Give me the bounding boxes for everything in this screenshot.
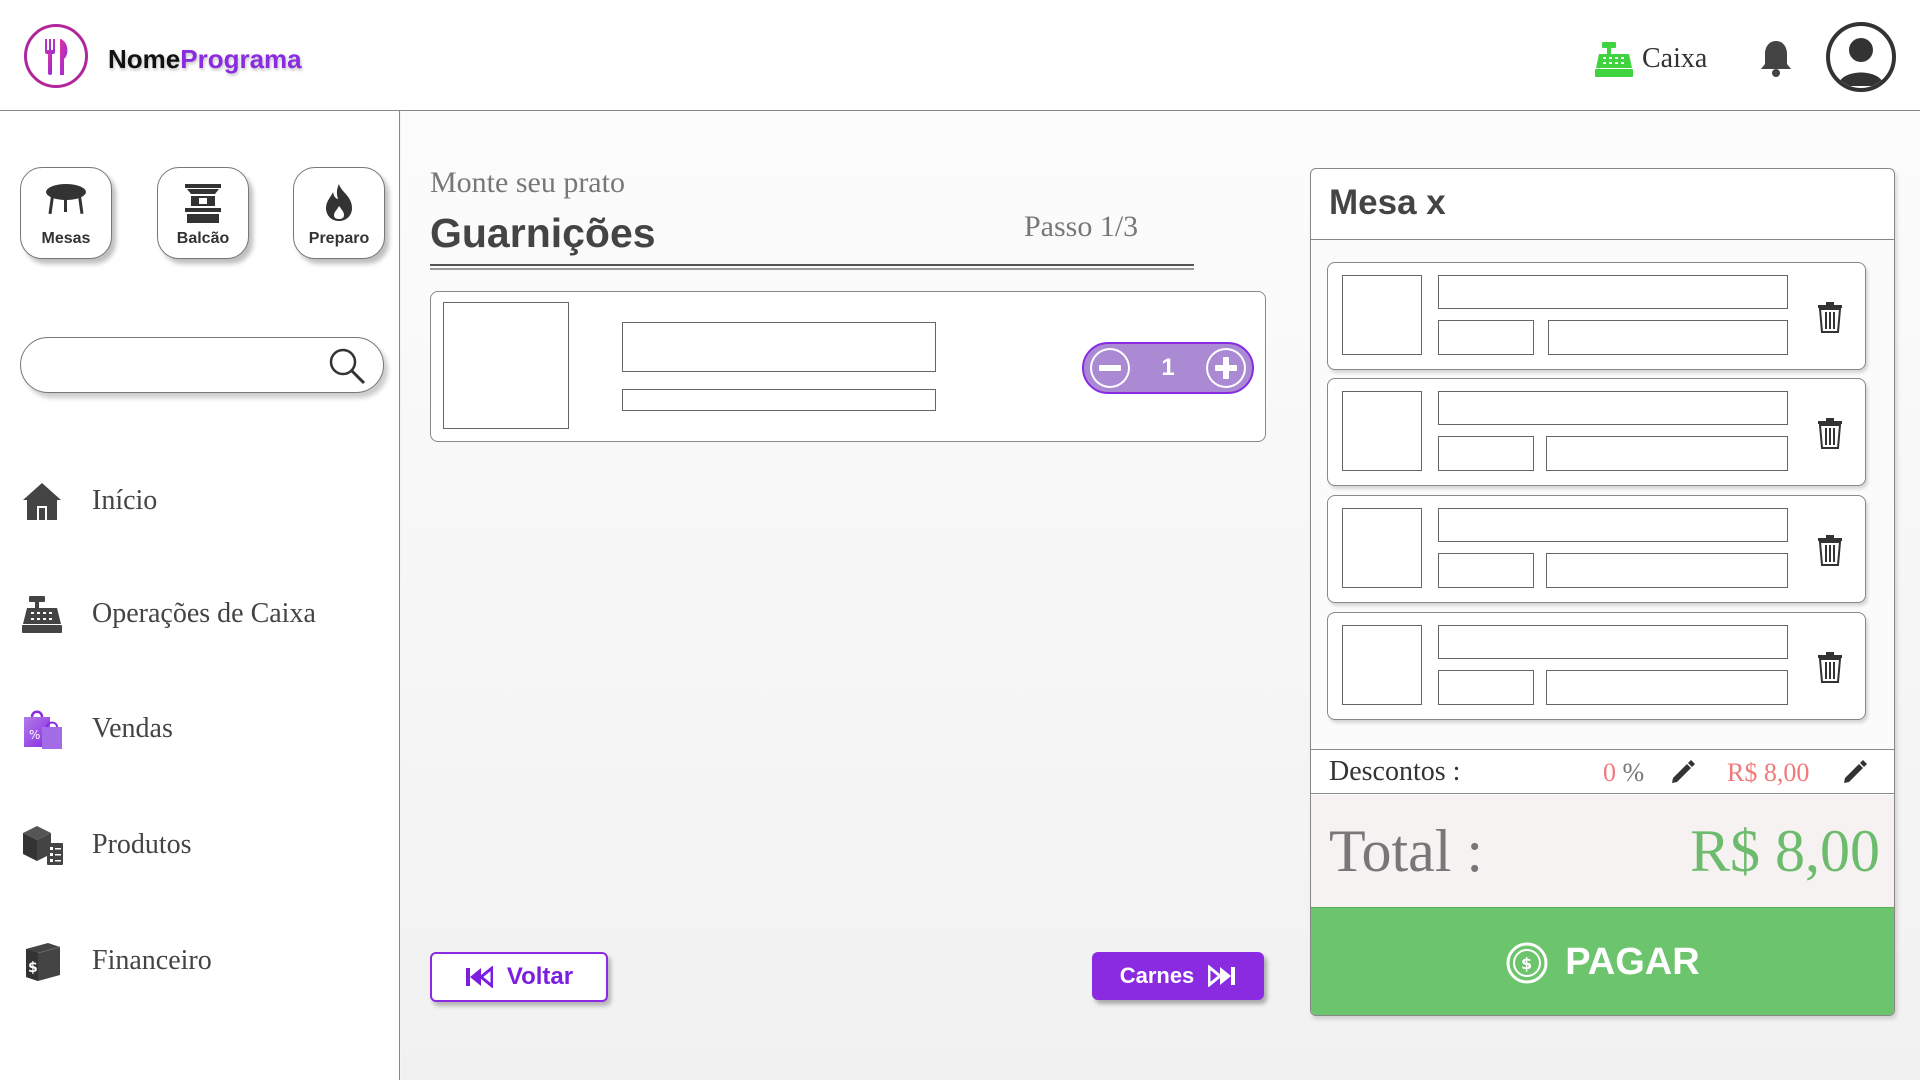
search-input[interactable] xyxy=(20,337,384,393)
order-item-price-placeholder xyxy=(1546,670,1788,705)
order-item-name-placeholder xyxy=(1438,391,1788,425)
order-item-list[interactable] xyxy=(1311,240,1894,749)
order-item-name-placeholder xyxy=(1438,275,1788,309)
quick-button-mesas[interactable]: Mesas xyxy=(20,167,112,259)
order-item-image-placeholder xyxy=(1342,391,1422,471)
trash-icon[interactable] xyxy=(1817,417,1843,454)
page-subtitle: Monte seu prato xyxy=(430,166,625,199)
trash-icon[interactable] xyxy=(1817,651,1843,688)
sidebar-item-label: Vendas xyxy=(92,713,173,744)
next-button[interactable]: Carnes xyxy=(1092,952,1264,1000)
order-item[interactable] xyxy=(1327,378,1866,486)
order-item-image-placeholder xyxy=(1342,275,1422,355)
total-value: R$ 8,00 xyxy=(1689,818,1880,884)
counter-icon xyxy=(183,182,223,229)
discount-row: Descontos : 0 % R$ 8,00 xyxy=(1311,749,1894,794)
coin-dollar-icon: $ xyxy=(1506,942,1548,983)
quick-button-preparo[interactable]: Preparo xyxy=(293,167,385,259)
order-item-qty-placeholder xyxy=(1438,670,1534,705)
sidebar-item-label: Produtos xyxy=(92,829,192,860)
sidebar-item-inicio[interactable]: Início xyxy=(18,473,388,529)
quick-button-label: Balcão xyxy=(176,230,230,247)
total-row: Total : R$ 8,00 xyxy=(1311,795,1894,907)
sidebar-item-label: Operações de Caixa xyxy=(92,598,316,629)
order-item[interactable] xyxy=(1327,495,1866,603)
back-button-label: Voltar xyxy=(506,963,574,990)
product-detail-placeholder xyxy=(622,389,936,411)
product-image-placeholder xyxy=(443,302,569,429)
home-icon xyxy=(18,477,66,525)
money-book-icon: $ xyxy=(18,937,66,985)
order-title: Mesa x xyxy=(1329,183,1446,222)
pay-button-label: PAGAR xyxy=(1565,941,1700,983)
page-title: Guarnições xyxy=(430,210,656,256)
discount-label: Descontos : xyxy=(1329,756,1461,787)
sidebar-item-produtos[interactable]: Produtos xyxy=(18,817,388,873)
order-item[interactable] xyxy=(1327,612,1866,720)
order-item-qty-placeholder xyxy=(1438,553,1534,588)
percent-sign: % xyxy=(1622,758,1645,787)
quick-button-balcao[interactable]: Balcão xyxy=(157,167,249,259)
quick-button-label: Mesas xyxy=(41,230,91,247)
app-brand[interactable]: NomePrograma xyxy=(108,44,302,75)
total-label: Total : xyxy=(1329,818,1484,884)
skip-forward-icon xyxy=(1208,965,1236,987)
minus-icon[interactable] xyxy=(1090,348,1130,388)
sidebar-item-vendas[interactable]: % Vendas xyxy=(18,701,388,757)
boxes-icon xyxy=(18,821,66,869)
order-item-qty-placeholder xyxy=(1438,320,1534,355)
quantity-value: 1 xyxy=(1161,354,1175,381)
order-item-price-placeholder xyxy=(1546,436,1788,471)
sidebar-item-operacoes-de-caixa[interactable]: Operações de Caixa xyxy=(18,586,388,642)
fire-icon xyxy=(322,182,356,227)
edit-value-pencil-icon[interactable] xyxy=(1841,758,1869,791)
svg-text:$: $ xyxy=(28,960,38,976)
discount-percent-value: 0 xyxy=(1603,758,1616,787)
pay-button[interactable]: $ PAGAR xyxy=(1311,907,1894,1015)
user-avatar-icon[interactable] xyxy=(1826,22,1896,92)
sidebar-item-label: Financeiro xyxy=(92,945,212,976)
next-button-label: Carnes xyxy=(1119,963,1195,988)
order-item-qty-placeholder xyxy=(1438,436,1534,471)
title-divider xyxy=(430,264,1194,270)
trash-icon[interactable] xyxy=(1817,301,1843,338)
order-item-name-placeholder xyxy=(1438,508,1788,542)
order-item-name-placeholder xyxy=(1438,625,1788,659)
search-icon[interactable] xyxy=(327,346,367,391)
edit-percent-pencil-icon[interactable] xyxy=(1669,758,1697,791)
bell-icon[interactable] xyxy=(1758,38,1794,83)
discount-value[interactable]: R$ 8,00 xyxy=(1727,758,1809,788)
caixa-label: Caixa xyxy=(1642,43,1708,74)
order-item-price-placeholder xyxy=(1548,320,1788,355)
order-item[interactable] xyxy=(1327,262,1866,370)
step-indicator: Passo 1/3 xyxy=(1024,210,1139,243)
sidebar-item-label: Início xyxy=(92,485,158,516)
plus-icon[interactable] xyxy=(1205,348,1246,388)
order-panel: Mesa x Descontos: 0 % R$ 8,00 Total: R… xyxy=(1310,168,1895,1016)
back-button[interactable]: Voltar xyxy=(430,952,608,1002)
caixa-button[interactable]: Caixa xyxy=(1594,40,1707,78)
svg-text:%: % xyxy=(29,728,40,742)
sidebar-item-financeiro[interactable]: $ Financeiro xyxy=(18,933,388,989)
sidebar: Mesas Balcão Preparo Início Operações de… xyxy=(0,111,400,1080)
top-header: NomePrograma Caixa xyxy=(0,0,1920,111)
quantity-stepper: 1 xyxy=(1082,342,1254,394)
quick-button-label: Preparo xyxy=(308,230,370,247)
order-item-image-placeholder xyxy=(1342,508,1422,588)
shopping-bags-icon: % xyxy=(18,705,66,753)
trash-icon[interactable] xyxy=(1817,534,1843,571)
table-icon xyxy=(44,182,88,223)
skip-back-icon xyxy=(465,966,493,988)
brand-name-part2: Programa xyxy=(180,44,302,74)
svg-text:$: $ xyxy=(1521,954,1532,973)
product-name-placeholder xyxy=(622,322,936,372)
cash-register-icon xyxy=(1595,42,1633,77)
cash-register-icon xyxy=(18,590,66,638)
discount-percent[interactable]: 0 % xyxy=(1603,758,1644,788)
order-item-price-placeholder xyxy=(1546,553,1788,588)
brand-name-part1: Nome xyxy=(108,44,181,74)
order-item-image-placeholder xyxy=(1342,625,1422,705)
restaurant-logo-icon[interactable] xyxy=(24,24,88,88)
